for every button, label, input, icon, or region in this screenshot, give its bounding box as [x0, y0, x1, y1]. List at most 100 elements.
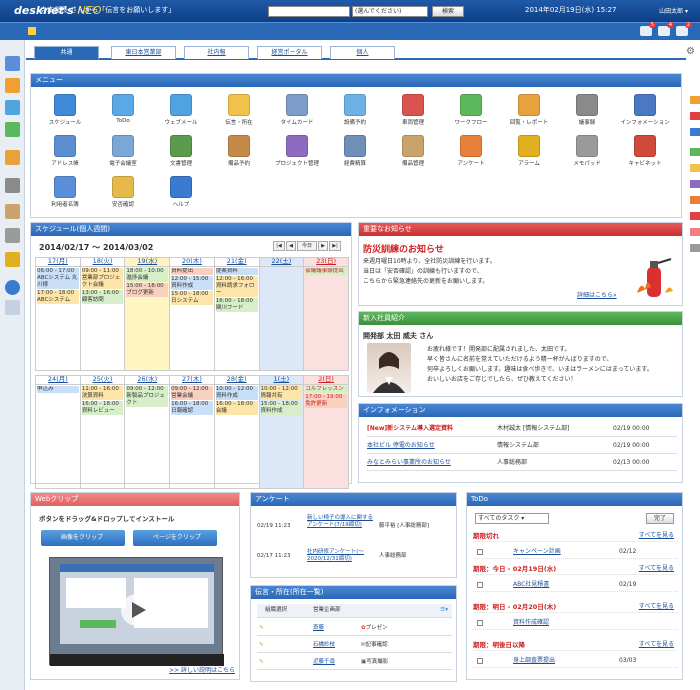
calendar-day-cell[interactable]: 提案資料 12:00 - 16:00 資料請求フォロー 16:00 - 18:00 …: [213, 266, 260, 371]
calendar-day-header[interactable]: 28(金): [213, 375, 260, 385]
todo-checkbox[interactable]: [477, 657, 483, 664]
menu-item[interactable]: 伝言・所在: [213, 94, 265, 134]
todo-item[interactable]: キャンペーン計画 02/12: [473, 546, 678, 559]
calendar-day-header[interactable]: 26(水): [124, 375, 171, 385]
calendar-day-cell[interactable]: 09:00 - 12:00 新製品プロジェクト: [124, 384, 171, 489]
calendar-event[interactable]: 16:00 - 18:00 関川フード: [215, 298, 258, 312]
menu-item[interactable]: アンケート: [445, 135, 497, 175]
calendar-event[interactable]: 15:00 - 18:00 日システム: [171, 291, 213, 305]
cabinet-icon[interactable]: [5, 204, 20, 219]
menu-item[interactable]: キャビネット: [619, 135, 671, 175]
prev-week-button[interactable]: ◀: [286, 241, 296, 251]
folder-icon[interactable]: [5, 228, 20, 243]
workflow-icon[interactable]: [5, 122, 20, 137]
schedule-icon[interactable]: [5, 56, 20, 71]
tab-east-sales[interactable]: 東日本営業部: [111, 46, 176, 59]
information-title[interactable]: みなとみらい事業所のお知らせ: [367, 456, 451, 470]
information-title[interactable]: [New]新システム導入選定資料: [367, 422, 453, 436]
information-title[interactable]: 本社ビル 停電のお知らせ: [367, 439, 435, 453]
calendar-day-cell[interactable]: 10:00 - 12:00 情報共有 15:00 - 18:00 資料作成: [258, 384, 305, 489]
message-text[interactable]: 寺本部長 さんから「伝言をお願いします」: [40, 5, 175, 15]
todo-item[interactable]: 資料作成確認: [473, 617, 678, 630]
last-week-button[interactable]: ▶|: [329, 241, 341, 251]
calendar-event[interactable]: 10:00 - 12:00 資料作成: [215, 386, 258, 400]
calendar-day-header[interactable]: 17(月): [35, 257, 81, 267]
calendar-event[interactable]: 申込み: [37, 386, 79, 393]
calendar-event[interactable]: 提案資料: [215, 268, 258, 275]
information-row[interactable]: [New]新システム導入選定資料 木村誠太 [情報システム部] 02/19 00…: [367, 422, 677, 437]
clip-page-button[interactable]: ページをクリップ: [133, 530, 217, 546]
tab-personal[interactable]: 個人: [330, 46, 395, 59]
menu-item[interactable]: 車両管理: [387, 94, 439, 134]
presence-row[interactable]: ✎ 斎藤 ✿プレゼン: [257, 622, 452, 636]
menu-item[interactable]: メモパッド: [561, 135, 613, 175]
calendar-day-header[interactable]: 23(日): [303, 257, 349, 267]
calendar-event[interactable]: 会議議事録提出: [305, 268, 347, 275]
search-button[interactable]: 検索: [432, 6, 464, 17]
alert-icon[interactable]: 2: [676, 22, 692, 36]
menu-item[interactable]: アラーム: [503, 135, 555, 175]
menu-item[interactable]: 安否確認: [97, 176, 149, 216]
clip-image-button[interactable]: 画像をクリップ: [41, 530, 125, 546]
calendar-event[interactable]: 12:00 - 15:00 資料作成: [171, 276, 213, 290]
shortcut-red[interactable]: [690, 112, 700, 120]
calendar-event[interactable]: 17:00 - 19:00 免許更新: [305, 394, 347, 408]
calendar-event[interactable]: 09:00 - 11:00 営業部プロジェクト会議: [81, 268, 124, 289]
help-icon[interactable]: [5, 280, 20, 295]
calendar-day-cell[interactable]: [258, 266, 305, 371]
todo-title[interactable]: キャンペーン計画: [513, 546, 561, 558]
notification-icon[interactable]: 5: [640, 22, 656, 36]
calendar-event[interactable]: 18:00 - 10:00 進捗会議: [126, 268, 169, 282]
shortcut-green[interactable]: [690, 148, 700, 156]
shortcut-red2[interactable]: [690, 212, 700, 220]
menu-item[interactable]: インフォメーション: [619, 94, 671, 134]
calendar-day-cell[interactable]: 11:00 - 16:00 決算資料 16:00 - 18:00 資料レビュー: [79, 384, 126, 489]
calendar-event[interactable]: 15:00 - 18:00 ブログ更新: [126, 283, 169, 297]
information-row[interactable]: 本社ビル 停電のお知らせ 情報システム部 02/19 00:00: [367, 439, 677, 454]
menu-item[interactable]: タイムカード: [271, 94, 323, 134]
calendar-event[interactable]: 09:00 - 12:00 営業会議: [171, 386, 213, 400]
todo-title[interactable]: ABC社見積書: [513, 579, 549, 591]
calendar-event[interactable]: 13:00 - 16:00 顧客訪問: [81, 290, 124, 304]
menu-item[interactable]: 文書管理: [155, 135, 207, 175]
pencil-icon[interactable]: ✎: [259, 622, 264, 635]
folder-open-icon[interactable]: [5, 252, 20, 267]
todo-item[interactable]: ABC社見積書 02/19: [473, 579, 678, 592]
calendar-day-cell[interactable]: 資料提出 12:00 - 15:00 資料作成 15:00 - 18:00 日システ…: [169, 266, 215, 371]
survey-title[interactable]: 新しい椅子の導入に関するアンケート(7/19締切): [307, 515, 377, 529]
see-all-link[interactable]: すべてを見る: [639, 563, 674, 575]
calendar-event[interactable]: 資料提出: [171, 268, 213, 275]
search-scope-select[interactable]: (選んでください): [352, 6, 428, 17]
shortcut-pink[interactable]: [690, 228, 700, 236]
calendar-day-header[interactable]: 22(土): [258, 257, 305, 267]
tab-management-portal[interactable]: 経営ポータル: [257, 46, 322, 59]
calendar-day-cell[interactable]: 06:00 - 17:00 ABCシステム 丸川様 17:00 - 18:00 A…: [35, 266, 81, 371]
calendar-day-header[interactable]: 19(水): [124, 257, 171, 267]
menu-item[interactable]: ヘルプ: [155, 176, 207, 216]
menu-item[interactable]: スケジュール: [39, 94, 91, 134]
todo-title[interactable]: 身上調査票提出: [513, 655, 555, 667]
see-all-link[interactable]: すべてを見る: [639, 639, 674, 651]
calendar-day-header[interactable]: 27(木): [169, 375, 215, 385]
calendar-day-cell[interactable]: ゴルフレッスン 17:00 - 19:00 免許更新: [303, 384, 349, 489]
gear-icon[interactable]: ⚙: [686, 46, 695, 57]
shortcut-yellow[interactable]: [690, 164, 700, 172]
calendar-event[interactable]: 10:00 - 12:00 情報共有: [260, 386, 303, 400]
shortcut-purple[interactable]: [690, 180, 700, 188]
presence-name[interactable]: 石橋紗枝: [313, 639, 335, 652]
calendar-day-cell[interactable]: 09:00 - 11:00 営業部プロジェクト会議 13:00 - 16:00 顧…: [79, 266, 126, 371]
calendar-event[interactable]: 15:00 - 18:00 資料作成: [260, 401, 303, 415]
calendar-day-header[interactable]: 20(木): [169, 257, 215, 267]
list-menu-icon[interactable]: ☰▾: [440, 604, 448, 617]
menu-item[interactable]: 備品管理: [387, 135, 439, 175]
calendar-day-cell[interactable]: 会議議事録提出: [303, 266, 349, 371]
calendar-day-cell[interactable]: 18:00 - 10:00 進捗会議 15:00 - 18:00 ブログ更新: [124, 266, 171, 371]
calendar-day-cell[interactable]: 10:00 - 12:00 資料作成 16:00 - 18:00 会議: [213, 384, 260, 489]
org-select-label[interactable]: 組織選択: [265, 604, 287, 617]
calendar-day-header[interactable]: 18(火): [79, 257, 126, 267]
next-week-button[interactable]: ▶: [318, 241, 328, 251]
todo-item[interactable]: 身上調査票提出 03/03: [473, 655, 678, 668]
calendar-event[interactable]: 11:00 - 16:00 決算資料: [81, 386, 124, 400]
calendar-day-header[interactable]: 25(火): [79, 375, 126, 385]
menu-item[interactable]: 議事録: [561, 94, 613, 134]
